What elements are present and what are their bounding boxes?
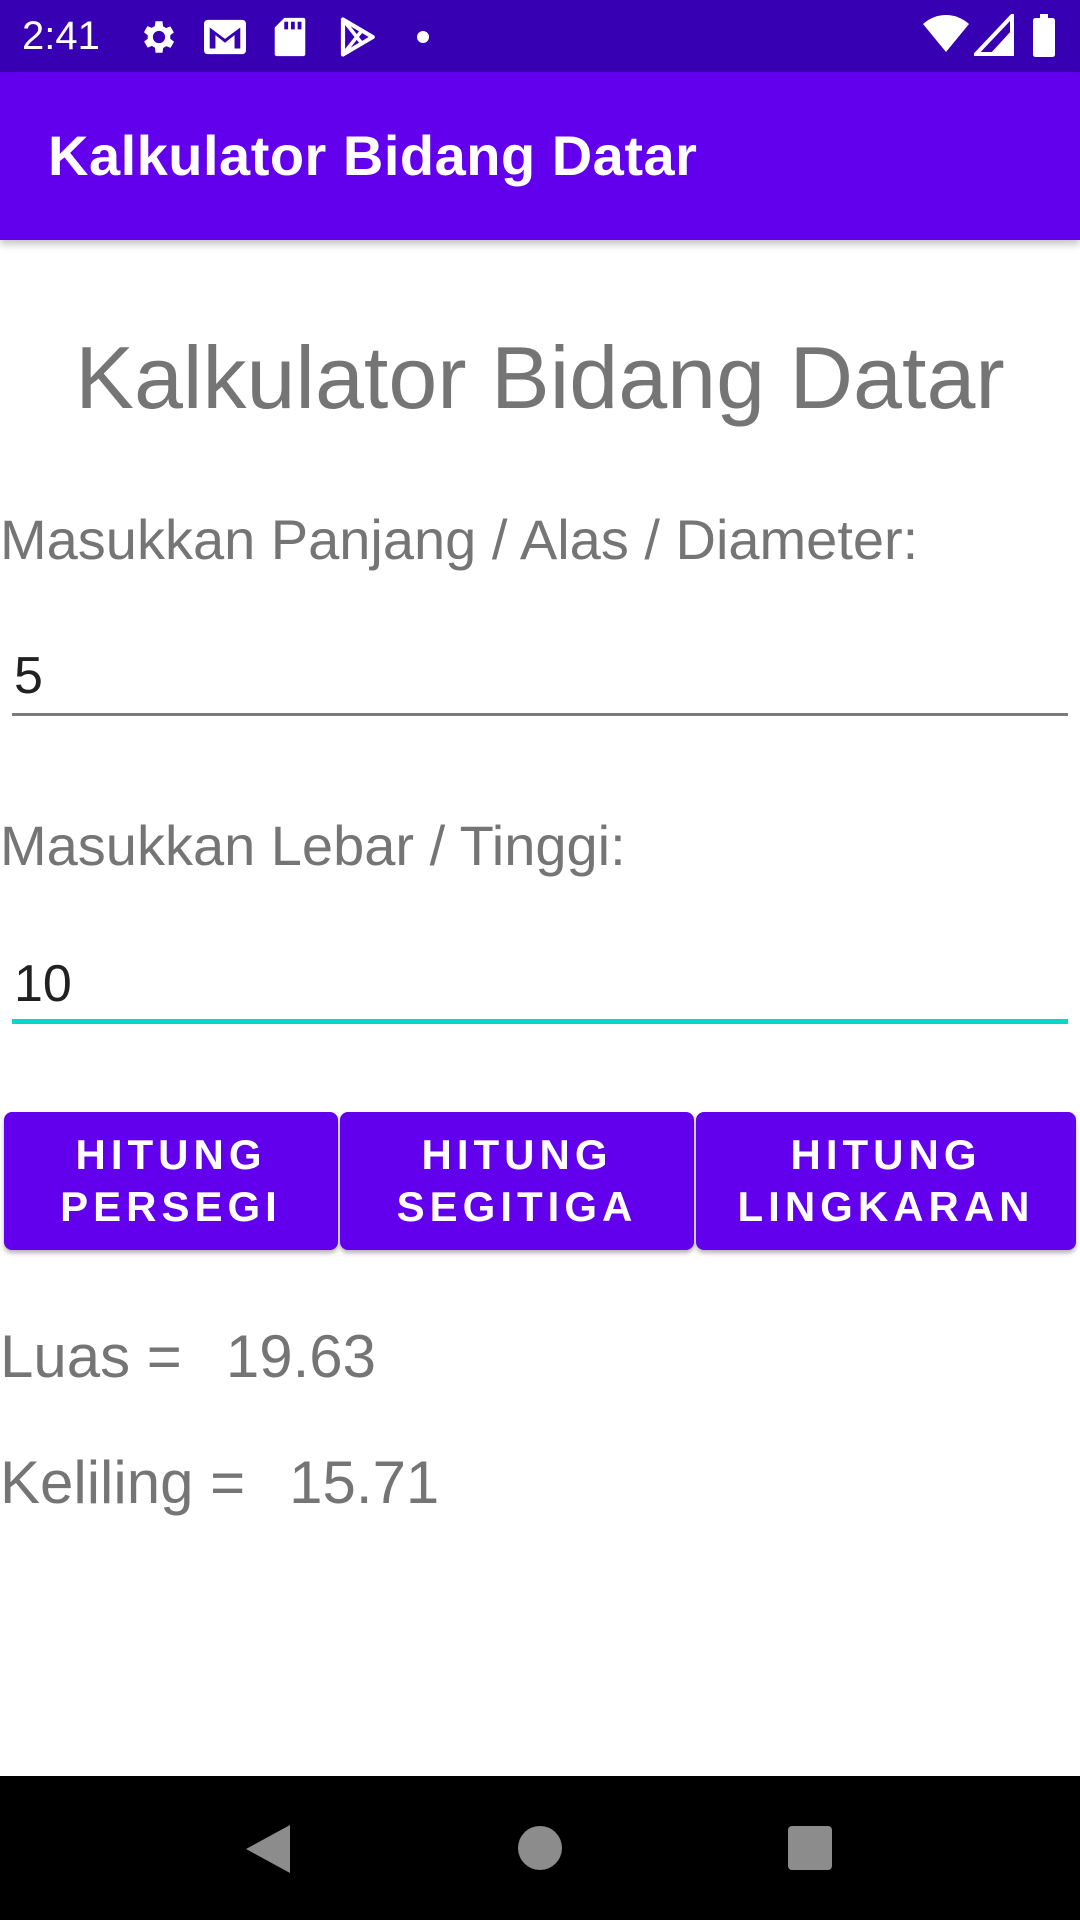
dot-icon <box>416 30 430 49</box>
status-time: 2:41 <box>22 14 100 58</box>
back-icon[interactable] <box>198 1776 338 1920</box>
navigation-bar <box>0 1776 1080 1920</box>
area-value: 19.63 <box>225 1323 376 1390</box>
wifi-icon <box>922 14 970 59</box>
button-label-line2: PERSEGI <box>60 1183 282 1230</box>
gmail-icon <box>202 16 248 63</box>
gear-icon <box>138 16 180 63</box>
perimeter-label: Keliling = <box>0 1449 246 1516</box>
area-result: Luas = 19.63 <box>0 1322 376 1392</box>
width-height-input[interactable]: 10 <box>12 944 1068 1024</box>
app-bar-title: Kalkulator Bidang Datar <box>48 124 698 187</box>
battery-icon <box>1032 14 1056 63</box>
button-label-line1: HITUNG <box>790 1131 982 1178</box>
button-label-line1: HITUNG <box>75 1131 267 1178</box>
home-icon[interactable] <box>470 1776 610 1920</box>
perimeter-result: Keliling = 15.71 <box>0 1448 439 1518</box>
width-height-label: Masukkan Lebar / Tinggi: <box>0 814 626 877</box>
length-base-diameter-label: Masukkan Panjang / Alas / Diameter: <box>0 508 919 571</box>
button-label-line2: LINGKARAN <box>737 1183 1035 1230</box>
area-label: Luas = <box>0 1323 182 1390</box>
length-base-diameter-input[interactable]: 5 <box>12 636 1068 716</box>
button-label-line2: SEGITIGA <box>396 1183 638 1230</box>
recents-icon[interactable] <box>740 1776 880 1920</box>
calc-buttons: HITUNG PERSEGI HITUNG SEGITIGA HITUNG LI… <box>0 1112 1080 1252</box>
page-heading: Kalkulator Bidang Datar <box>75 328 1005 427</box>
app-bar: Kalkulator Bidang Datar <box>0 72 1080 240</box>
perimeter-value: 15.71 <box>289 1449 440 1516</box>
play-store-icon <box>336 16 378 63</box>
hitung-segitiga-button[interactable]: HITUNG SEGITIGA <box>340 1112 694 1250</box>
status-bar: 2:41 <box>0 0 1080 72</box>
hitung-lingkaran-button[interactable]: HITUNG LINGKARAN <box>696 1112 1076 1250</box>
hitung-persegi-button[interactable]: HITUNG PERSEGI <box>4 1112 338 1250</box>
button-label-line1: HITUNG <box>421 1131 613 1178</box>
sd-card-icon <box>272 16 308 63</box>
signal-icon <box>971 10 1014 61</box>
